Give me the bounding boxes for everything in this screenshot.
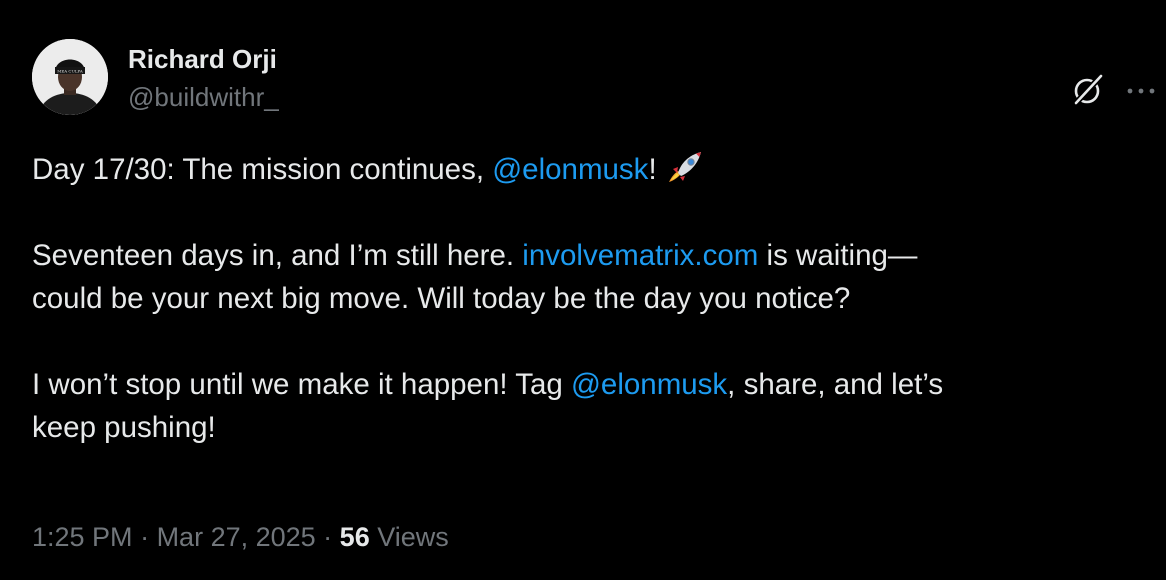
svg-text:MEA CULPA: MEA CULPA [57, 69, 83, 74]
text-segment: Day 17/30: The mission continues, [32, 153, 493, 186]
more-options-button[interactable] [1124, 74, 1158, 108]
more-options-icon [1127, 88, 1155, 94]
text-segment: , share, and let’s [727, 368, 944, 401]
text-segment: is waiting— [758, 239, 918, 272]
text-segment: Seventeen days in, and I’m still here. [32, 239, 523, 272]
text-segment: I won’t stop until we make it happen! Ta… [32, 368, 571, 401]
rocket-emoji-icon [663, 149, 705, 185]
text-segment: ! [648, 153, 657, 186]
tweet-paragraph-1: Day 17/30: The mission continues, @elonm… [32, 148, 1132, 191]
tweet-text: Day 17/30: The mission continues, @elonm… [32, 148, 1132, 449]
tweet-paragraph-3: I won’t stop until we make it happen! Ta… [32, 363, 1132, 449]
website-link[interactable]: involvematrix.com [522, 239, 758, 272]
author-display-name[interactable]: Richard Orji [128, 43, 277, 75]
tweet-time[interactable]: 1:25 PM [32, 522, 133, 552]
text-segment: could be your next big move. Will today … [32, 282, 851, 315]
avatar[interactable]: MEA CULPA [32, 39, 108, 115]
tweet-date[interactable]: Mar 27, 2025 [157, 522, 316, 552]
views-count: 56 [339, 522, 370, 552]
mention-link[interactable]: @elonmusk [492, 153, 648, 186]
grok-button[interactable] [1068, 70, 1108, 110]
tweet: MEA CULPA Richard Orji @buildwithr_ Day … [0, 0, 1166, 580]
avatar-photo-icon: MEA CULPA [32, 39, 108, 115]
mention-link[interactable]: @elonmusk [571, 368, 727, 401]
grok-icon [1072, 73, 1104, 107]
separator-dot: · [315, 522, 340, 552]
views-label: Views [377, 522, 449, 552]
tweet-paragraph-2: Seventeen days in, and I’m still here. i… [32, 234, 1132, 320]
separator-dot: · [132, 522, 157, 552]
tweet-metadata: 1:25 PM · Mar 27, 2025 · 56 Views [32, 518, 449, 556]
author-handle[interactable]: @buildwithr_ [128, 81, 279, 113]
text-segment: keep pushing! [32, 411, 216, 444]
